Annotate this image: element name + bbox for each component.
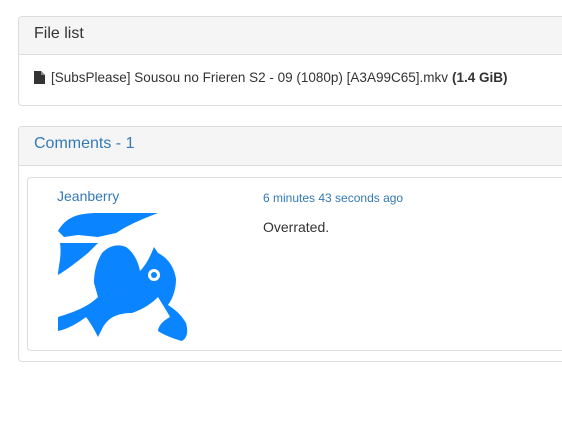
file-icon — [34, 71, 45, 84]
comment: Jeanberry 6 minutes 43 seconds ago Overr… — [27, 177, 562, 351]
comment-body: Overrated. — [263, 219, 330, 235]
comments-title-link[interactable]: Comments - 1 — [34, 135, 134, 152]
file-list-heading: File list — [19, 17, 562, 55]
file-list-title: File list — [34, 25, 84, 42]
file-size: (1.4 GiB) — [451, 70, 508, 85]
comments-heading: Comments - 1 — [19, 127, 562, 166]
comments-panel: Comments - 1 Jeanberry 6 minutes 43 seco… — [18, 126, 562, 362]
comment-username-link[interactable]: Jeanberry — [57, 188, 119, 204]
file-name: [SubsPlease] Sousou no Frieren S2 - 09 (… — [51, 70, 448, 85]
comment-timestamp-link[interactable]: 6 minutes 43 seconds ago — [263, 191, 403, 205]
user-avatar[interactable] — [58, 213, 188, 341]
file-list-panel: File list [SubsPlease] Sousou no Frieren… — [18, 16, 562, 106]
file-list-item: [SubsPlease] Sousou no Frieren S2 - 09 (… — [19, 55, 562, 100]
